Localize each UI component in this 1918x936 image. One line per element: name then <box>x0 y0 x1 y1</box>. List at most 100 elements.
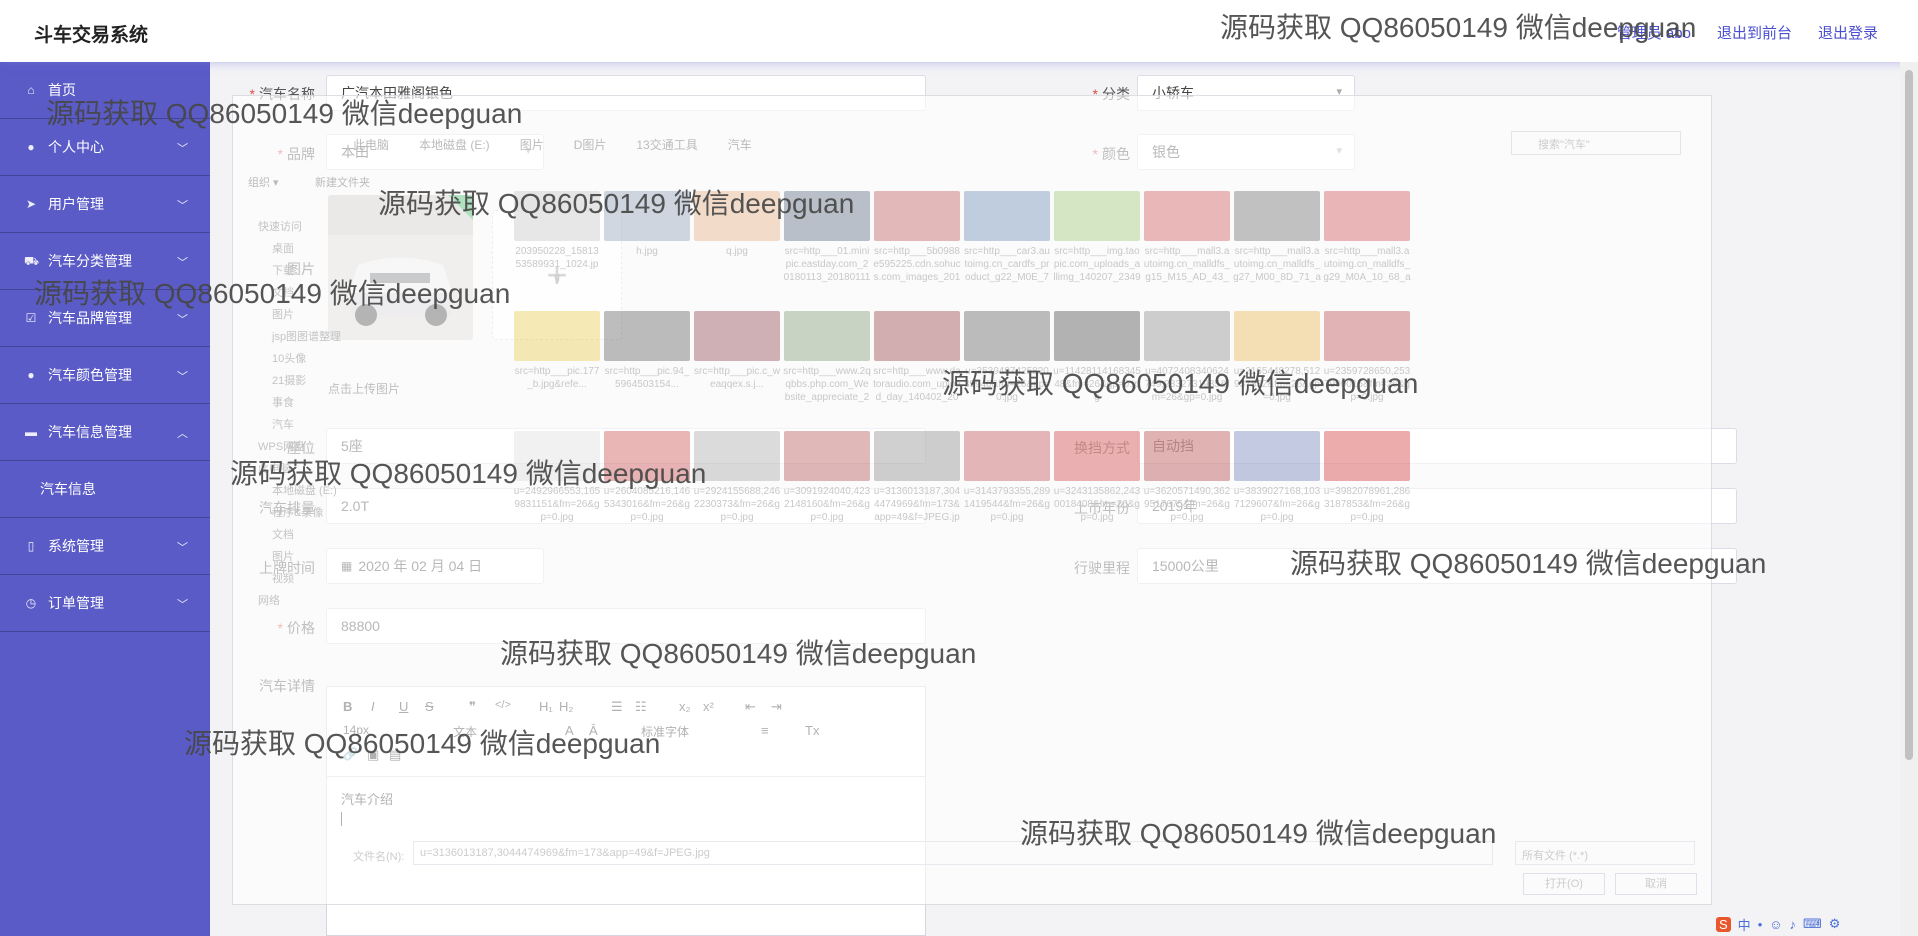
category-select[interactable]: 小轿车 ▾ <box>1137 75 1355 111</box>
heading-select[interactable]: 文本 <box>453 723 477 740</box>
bold-button[interactable]: B <box>343 699 352 714</box>
car-icon: ⛟ <box>24 254 40 268</box>
check-icon: ☑ <box>25 311 37 325</box>
outdent-button[interactable]: ⇤ <box>745 699 756 715</box>
brand-select[interactable]: 本田 ▾ <box>326 134 544 170</box>
tools-icon[interactable]: ⚙ <box>1829 916 1841 932</box>
phone-icon: ▯ <box>27 539 35 553</box>
code-button[interactable]: </> <box>495 699 511 711</box>
seats-input[interactable]: 5座 <box>326 428 926 464</box>
header-links: 管理员 abo 退出到前台 退出登录 <box>1617 22 1878 43</box>
rich-text-editor[interactable]: B I U S ❞ </> H₁ H₂ ☰ ☷ x₂ x² ⇤ ⇥ 14px 文… <box>326 686 926 936</box>
keyboard-icon[interactable]: ⌨ <box>1803 916 1822 932</box>
page-scrollbar[interactable] <box>1900 62 1918 936</box>
h2-button[interactable]: H₂ <box>559 699 573 714</box>
app-title: 斗车交易系统 <box>34 25 149 46</box>
indent-button[interactable]: ⇥ <box>771 699 782 715</box>
sidebar-item-label: 个人中心 <box>48 139 104 155</box>
emoji-icon[interactable]: ☺ <box>1769 917 1782 932</box>
upload-tip: 点击上传图片 <box>328 382 401 396</box>
sidebar-item-label: 汽车信息 <box>40 481 96 497</box>
font-size-select[interactable]: 14px <box>343 723 369 737</box>
language-icon[interactable]: 中 <box>1738 915 1751 934</box>
upload-image-button[interactable]: + <box>492 210 622 340</box>
year-label: 上市年份 <box>1074 500 1130 516</box>
user-icon: ● <box>27 140 35 154</box>
sidebar-item-label: 订单管理 <box>48 595 104 611</box>
plate-date-picker[interactable]: ▦ 2020 年 02 月 04 日 <box>326 548 544 584</box>
sidebar-item-label: 汽车分类管理 <box>48 253 132 269</box>
scrollbar-thumb[interactable] <box>1905 70 1913 760</box>
sidebar-item-label: 系统管理 <box>48 538 104 554</box>
link-icon[interactable]: 🔗 <box>343 747 358 761</box>
sidebar-item-label: 用户管理 <box>48 196 104 212</box>
microphone-icon[interactable]: ♪ <box>1790 917 1797 932</box>
gearbox-label: 换挡方式 <box>1074 440 1130 456</box>
text-cursor <box>341 812 342 826</box>
editor-toolbar: B I U S ❞ </> H₁ H₂ ☰ ☷ x₂ x² ⇤ ⇥ 14px 文… <box>327 687 925 777</box>
font-color-button[interactable]: A <box>565 723 574 738</box>
chevron-down-icon: ﹀ <box>177 542 188 554</box>
ordered-list-button[interactable]: ☰ <box>611 699 623 715</box>
align-button[interactable]: ≡ <box>761 723 769 738</box>
chevron-down-icon: ▾ <box>1336 145 1342 157</box>
sidebar-subitem-car-info[interactable]: 汽车信息 <box>0 461 210 518</box>
video-icon[interactable]: ▤ <box>389 747 401 763</box>
seats-label: 座位 <box>287 440 315 456</box>
sidebar-item-users[interactable]: ➤ 用户管理 ﹀ <box>0 176 210 233</box>
italic-button[interactable]: I <box>371 699 375 714</box>
chevron-up-icon: ︿ <box>177 428 188 440</box>
chevron-down-icon: ﹀ <box>177 371 188 383</box>
back-to-frontend-link[interactable]: 退出到前台 <box>1717 22 1792 43</box>
ime-icon[interactable]: S <box>1716 916 1731 932</box>
subscript-button[interactable]: x₂ <box>679 699 691 714</box>
plus-icon: + <box>546 254 568 295</box>
underline-button[interactable]: U <box>399 699 408 714</box>
displacement-label: 汽车排量 <box>259 500 315 516</box>
image-icon[interactable]: ▣ <box>367 747 379 763</box>
admin-user-link[interactable]: 管理员 abo <box>1617 22 1691 43</box>
sidebar-item-system[interactable]: ▯ 系统管理 ﹀ <box>0 518 210 575</box>
sidebar-item-label: 首页 <box>48 82 76 98</box>
sidebar-item-label: 汽车品牌管理 <box>48 310 132 326</box>
chevron-down-icon: ﹀ <box>177 257 188 269</box>
car-name-label: * 汽车名称 <box>249 86 315 102</box>
price-label: * 价格 <box>277 620 315 636</box>
category-label: * 分类 <box>1092 86 1130 102</box>
sidebar-item-car-brand[interactable]: ☑ 汽车品牌管理 ﹀ <box>0 290 210 347</box>
chevron-down-icon: ﹀ <box>177 314 188 326</box>
year-input[interactable]: 2019年 <box>1137 488 1737 524</box>
strike-button[interactable]: S <box>425 699 434 714</box>
sidebar-item-car-color[interactable]: ● 汽车颜色管理 ﹀ <box>0 347 210 404</box>
color-label: * 颜色 <box>1092 146 1130 162</box>
send-icon: ➤ <box>25 197 37 211</box>
logout-link[interactable]: 退出登录 <box>1818 22 1878 43</box>
editor-paragraph: 汽车介绍 <box>341 792 394 807</box>
image-label: 图片 <box>287 261 315 277</box>
price-input[interactable]: 88800 <box>326 608 926 644</box>
mileage-label: 行驶里程 <box>1074 560 1130 576</box>
mileage-input[interactable]: 15000公里 <box>1137 548 1737 584</box>
blockquote-button[interactable]: ❞ <box>469 699 476 715</box>
font-family-select[interactable]: 标准字体 <box>641 723 689 740</box>
chevron-down-icon: ﹀ <box>177 200 188 212</box>
sidebar-item-orders[interactable]: ◷ 订单管理 ﹀ <box>0 575 210 632</box>
sidebar-item-car-category[interactable]: ⛟ 汽车分类管理 ﹀ <box>0 233 210 290</box>
punctuation-icon[interactable]: • <box>1758 917 1763 932</box>
h1-button[interactable]: H₁ <box>539 699 553 714</box>
editor-content[interactable]: 汽车介绍 <box>327 777 925 838</box>
clear-format-button[interactable]: Tx <box>805 723 819 738</box>
sidebar-item-label: 汽车信息管理 <box>48 424 132 440</box>
sidebar-item-profile[interactable]: ● 个人中心 ﹀ <box>0 119 210 176</box>
sidebar-item-car-info[interactable]: ▬ 汽车信息管理 ︿ <box>0 404 210 461</box>
superscript-button[interactable]: x² <box>703 699 714 714</box>
color-select[interactable]: 银色 ▾ <box>1137 134 1355 170</box>
displacement-input[interactable]: 2.0T <box>326 488 926 524</box>
sidebar-item-home[interactable]: ⌂ 首页 <box>0 62 210 119</box>
gearbox-input[interactable]: 自动挡 <box>1137 428 1737 464</box>
car-name-input[interactable]: 广汽本田雅阁银色 <box>326 75 926 111</box>
system-tray: S 中 • ☺ ♪ ⌨ ⚙ <box>1708 912 1918 936</box>
bullet-list-button[interactable]: ☷ <box>635 699 647 715</box>
background-color-button[interactable]: Ā <box>589 723 598 738</box>
car-image-thumbnail[interactable] <box>328 195 473 340</box>
